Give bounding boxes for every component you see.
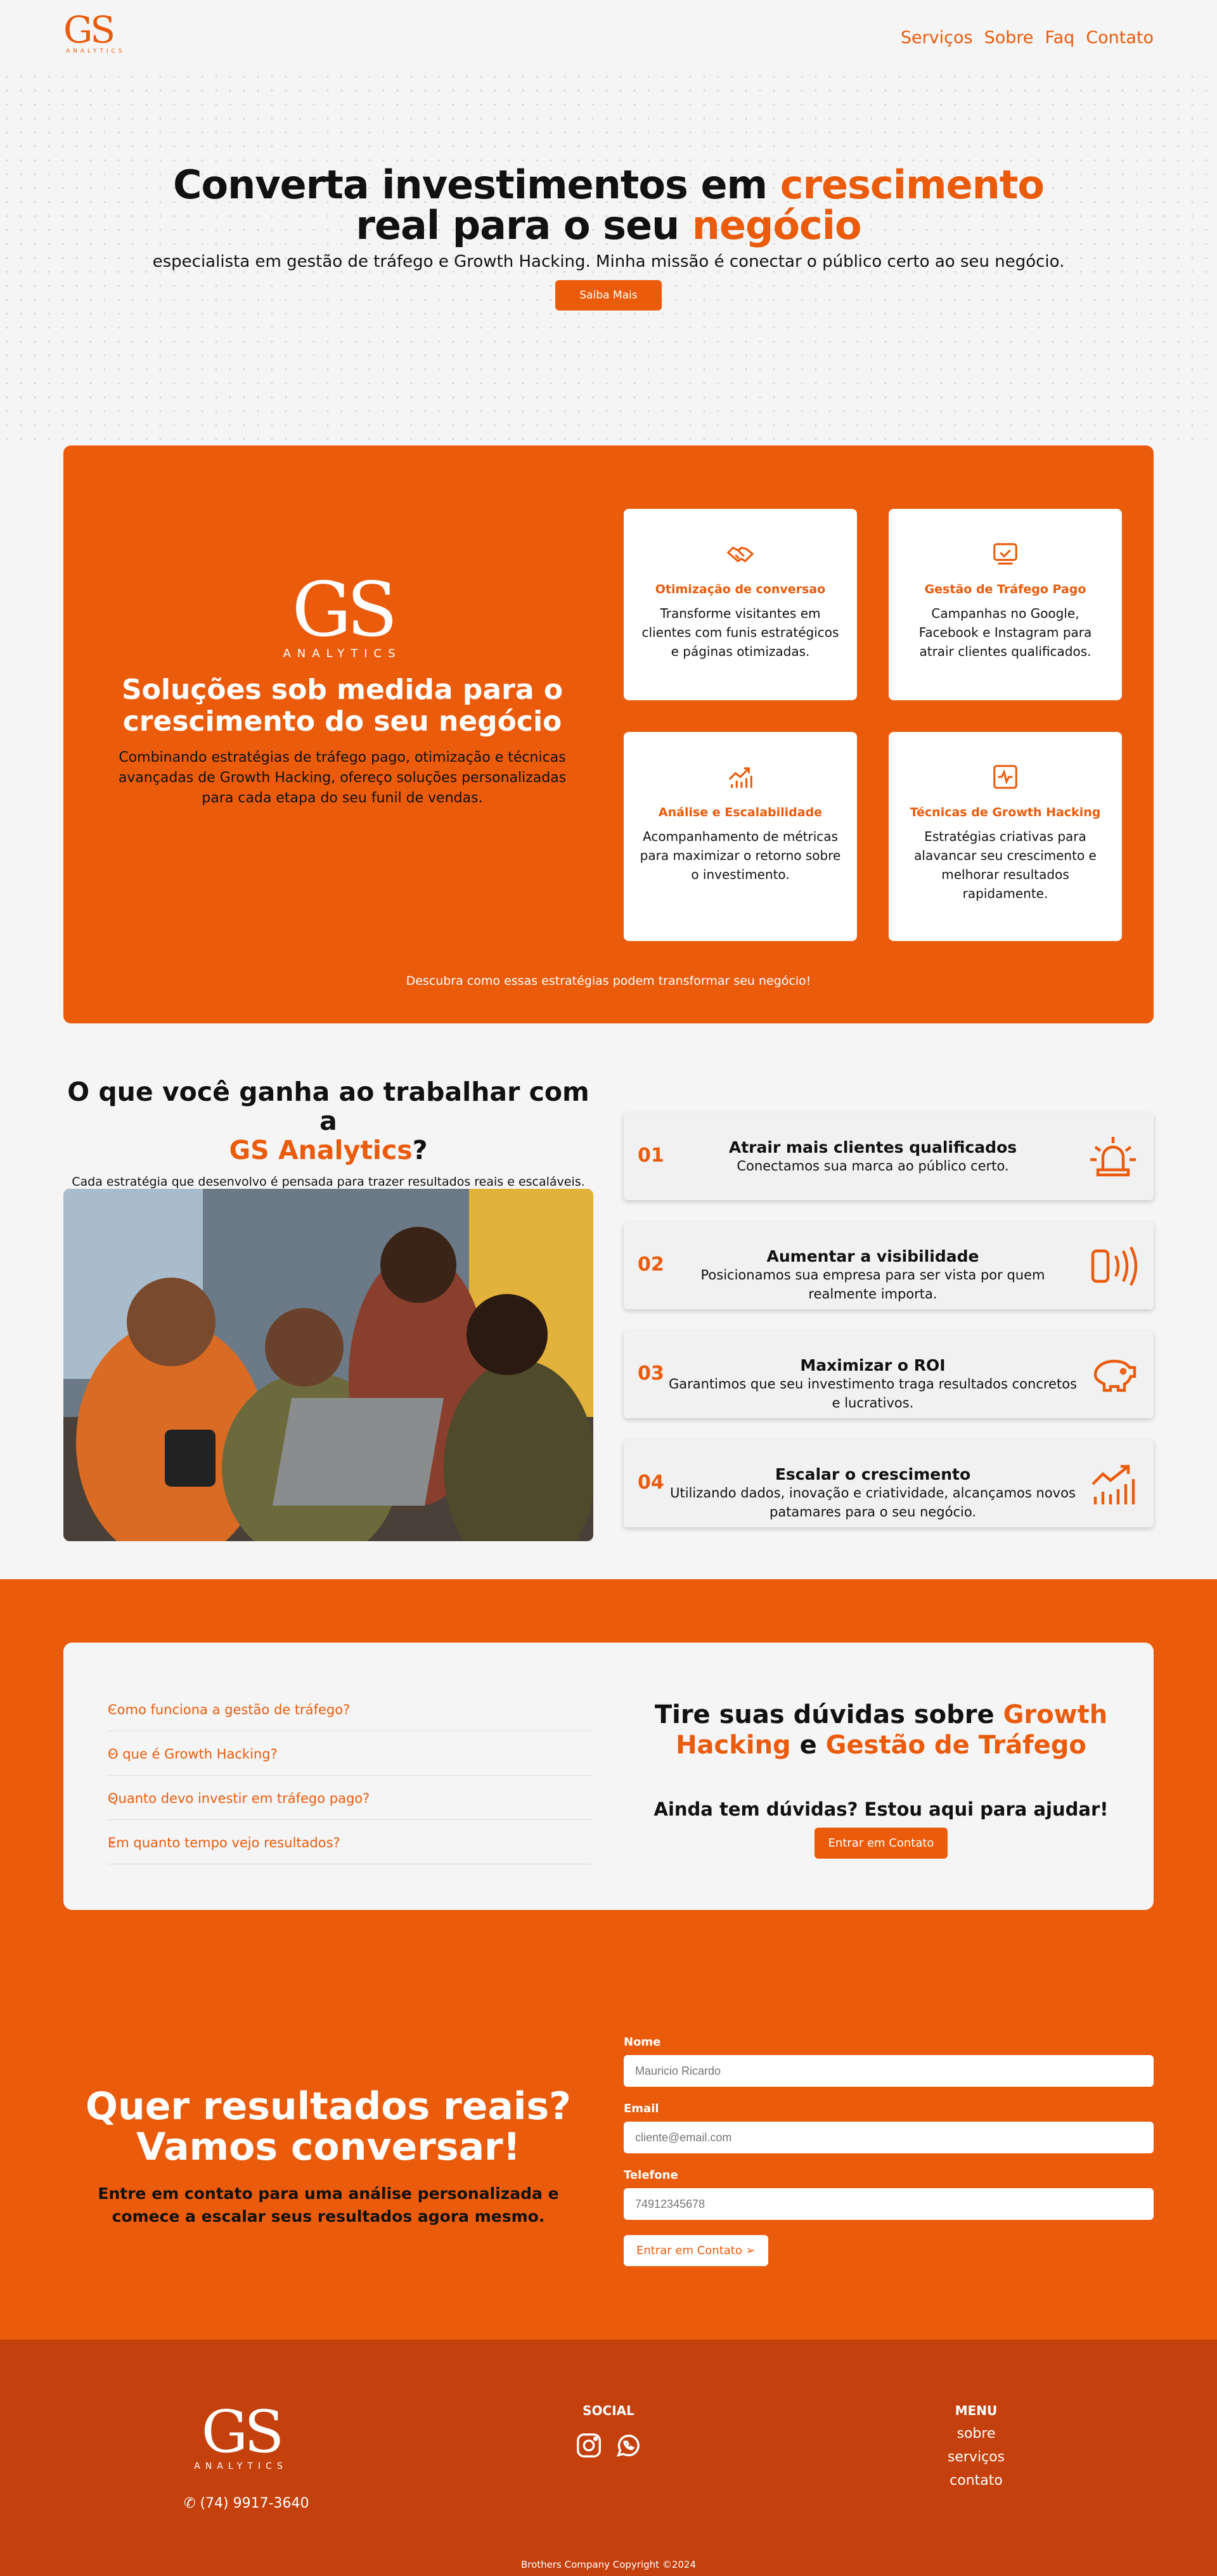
- gain-text: Conectamos sua marca ao público certo.: [737, 1158, 1009, 1174]
- chevron-down-icon: ⌄: [108, 1745, 118, 1759]
- card-growth-hacking: Técnicas de Growth Hacking Estratégias c…: [889, 732, 1122, 941]
- gain-card-01: 01 Atrair mais clientes qualificados Con…: [624, 1113, 1154, 1200]
- nav-contato[interactable]: Contato: [1086, 28, 1154, 48]
- card-text: Campanhas no Google, Facebook e Instagra…: [918, 606, 1092, 659]
- handshake-icon: [726, 546, 754, 563]
- gain-title: Maximizar o ROI: [800, 1356, 946, 1375]
- alarm-siren-icon: [1090, 1137, 1136, 1177]
- contact-title: Quer resultados reais? Vamos conversar!: [86, 2084, 571, 2169]
- menu-title: MENU: [955, 2403, 998, 2418]
- footer-logo[interactable]: GS ANALYTICS: [184, 2403, 298, 2472]
- whatsapp-icon[interactable]: [614, 2431, 643, 2460]
- main-nav: Serviços Sobre Faq Contato: [901, 28, 1154, 48]
- hero-title: Converta investimentos em crescimento re…: [172, 162, 1045, 248]
- faq-item[interactable]: O que é Growth Hacking? ⌄: [108, 1731, 592, 1776]
- card-text: Transforme visitantes em clientes com fu…: [641, 606, 839, 659]
- solutions-logo: GS ANALYTICS: [283, 566, 402, 660]
- gain-title: Atrair mais clientes qualificados: [728, 1138, 1017, 1157]
- email-label: Email: [624, 2102, 659, 2115]
- faq-help-text: Ainda tem dúvidas? Estou aqui para ajuda…: [654, 1798, 1109, 1820]
- gain-number: 01: [638, 1144, 664, 1167]
- contact-form: Nome Email Telefone Entrar em Contato ➢: [624, 2035, 1154, 2266]
- chevron-down-icon: ⌄: [108, 1790, 118, 1803]
- hero-section: Converta investimentos em crescimento re…: [0, 70, 1217, 444]
- solutions-text: Combinando estratégias de tráfego pago, …: [118, 750, 567, 806]
- card-text: Acompanhamento de métricas para maximiza…: [640, 829, 841, 882]
- card-title: Gestão de Tráfego Pago: [924, 582, 1086, 596]
- card-title: Análise e Escalabilidade: [658, 805, 823, 819]
- chevron-down-icon: ⌄: [108, 1834, 118, 1847]
- gain-card-02: 02 Aumentar a visibilidade Posicionamos …: [624, 1222, 1154, 1309]
- logo-subtitle: ANALYTICS: [66, 48, 126, 54]
- contact-text: Entre em contato para uma análise person…: [98, 2184, 559, 2226]
- copyright: Brothers Company Copyright ©2024: [520, 2559, 697, 2570]
- team-photo: [63, 1189, 593, 1541]
- saiba-mais-button[interactable]: Saiba Mais: [555, 280, 662, 311]
- faq-box: Como funciona a gestão de tráfego? ⌄ O qu…: [63, 1643, 1154, 1910]
- card-otimizacao: Otimização de conversao Transforme visit…: [624, 509, 857, 700]
- faq-contact-band: Como funciona a gestão de tráfego? ⌄ O qu…: [0, 1579, 1217, 2340]
- piggy-bank-icon: [1093, 1359, 1137, 1392]
- footer-social: SOCIAL: [545, 2403, 672, 2460]
- contact-button[interactable]: Entrar em Contato: [814, 1828, 948, 1859]
- email-field[interactable]: [624, 2122, 1154, 2153]
- monitor-check-icon: [993, 543, 1017, 565]
- logo-text: GS: [63, 8, 115, 51]
- social-title: SOCIAL: [583, 2403, 634, 2418]
- instagram-icon[interactable]: [574, 2431, 603, 2460]
- solutions-title: Soluções sob medida para o crescimento d…: [121, 674, 563, 738]
- footer-link-contato[interactable]: contato: [938, 2473, 1014, 2489]
- footer-link-sobre[interactable]: sobre: [938, 2426, 1014, 2442]
- footer-phone[interactable]: ✆ (74) 9917-3640: [184, 2496, 309, 2511]
- card-title: Técnicas de Growth Hacking: [910, 805, 1101, 819]
- card-title: Otimização de conversao: [655, 582, 826, 596]
- faq-item[interactable]: Em quanto tempo vejo resultados? ⌄: [108, 1820, 592, 1864]
- gain-text: Garantimos que seu investimento traga re…: [668, 1376, 1078, 1411]
- chart-growth-icon: [728, 767, 752, 788]
- contact-heading: Quer resultados reais? Vamos conversar! E…: [63, 2086, 593, 2228]
- name-field[interactable]: [624, 2055, 1154, 2087]
- gain-number: 04: [638, 1471, 664, 1494]
- site-footer: GS ANALYTICS ✆ (74) 9917-3640 SOCIAL MEN…: [0, 2340, 1217, 2576]
- hero-subtitle: especialista em gestão de tráfego e Grow…: [152, 252, 1065, 271]
- gains-title: O que você ganha ao trabalhar com a GS An…: [67, 1077, 589, 1165]
- site-header: GS ANALYTICS Serviços Sobre Faq Contato: [0, 0, 1217, 70]
- phone-icon: ✆: [184, 2496, 196, 2511]
- gain-card-03: 03 Maximizar o ROI Garantimos que seu in…: [624, 1331, 1154, 1418]
- nav-servicos[interactable]: Serviços: [901, 28, 973, 48]
- activity-icon: [993, 765, 1017, 789]
- phone-field[interactable]: [624, 2188, 1154, 2220]
- name-label: Nome: [624, 2035, 661, 2049]
- faq-title: Tire suas dúvidas sobre Growth Hacking e…: [654, 1700, 1108, 1760]
- phone-label: Telefone: [624, 2169, 678, 2182]
- gain-title: Escalar o crescimento: [775, 1465, 971, 1483]
- solutions-footer: Descubra como essas estratégias podem tr…: [406, 974, 811, 988]
- faq-item[interactable]: Como funciona a gestão de tráfego? ⌄: [108, 1687, 592, 1731]
- footer-menu: MENU sobre serviços contato: [938, 2403, 1014, 2489]
- gain-text: Utilizando dados, inovação e criatividad…: [670, 1485, 1076, 1520]
- nav-sobre[interactable]: Sobre: [984, 28, 1034, 48]
- card-text: Estratégias criativas para alavancar seu…: [914, 829, 1097, 901]
- footer-link-servicos[interactable]: serviços: [938, 2449, 1014, 2465]
- send-icon: ➢: [745, 2244, 756, 2257]
- chart-growth-icon: [1091, 1464, 1135, 1504]
- chevron-down-icon: ⌄: [108, 1701, 118, 1714]
- solutions-section: GS ANALYTICS Soluções sob medida para o …: [63, 445, 1154, 1023]
- card-analise: Análise e Escalabilidade Acompanhamento …: [624, 732, 857, 941]
- logo[interactable]: GS ANALYTICS: [63, 11, 127, 56]
- faq-help: Tire suas dúvidas sobre Growth Hacking e…: [653, 1700, 1109, 1859]
- card-trafego: Gestão de Tráfego Pago Campanhas no Goog…: [889, 509, 1122, 700]
- vibrate-icon: [1091, 1246, 1138, 1286]
- gain-number: 03: [638, 1362, 664, 1385]
- faq-item[interactable]: Quanto devo investir em tráfego pago? ⌄: [108, 1776, 592, 1820]
- submit-button[interactable]: Entrar em Contato ➢: [624, 2235, 768, 2266]
- gain-card-04: 04 Escalar o crescimento Utilizando dado…: [624, 1440, 1154, 1527]
- gain-number: 02: [638, 1253, 664, 1276]
- nav-faq[interactable]: Faq: [1045, 28, 1075, 48]
- gain-text: Posicionamos sua empresa para ser vista …: [700, 1267, 1045, 1302]
- gain-title: Aumentar a visibilidade: [766, 1247, 979, 1266]
